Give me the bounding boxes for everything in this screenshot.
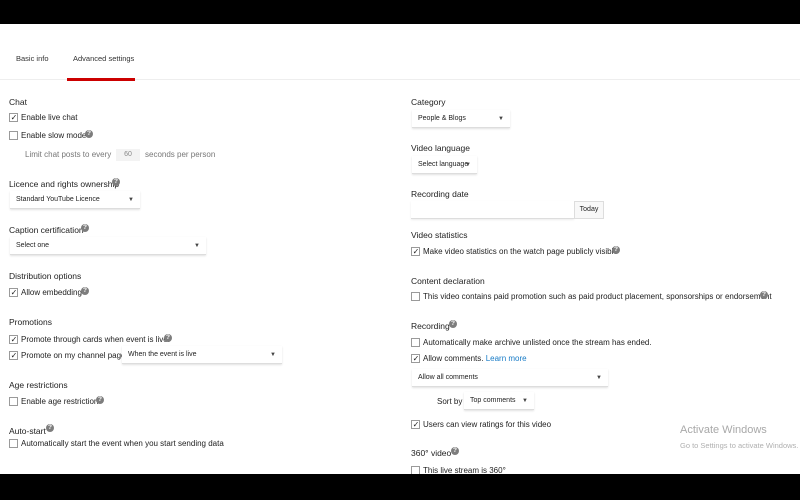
allow-embedding-label: Allow embedding xyxy=(21,288,82,297)
today-button[interactable]: Today xyxy=(574,201,604,219)
help-icon[interactable]: ? xyxy=(96,396,104,404)
enable-live-chat-checkbox[interactable] xyxy=(9,113,18,122)
help-icon[interactable]: ? xyxy=(85,130,93,138)
licence-dropdown[interactable]: Standard YouTube Licence ▼ xyxy=(10,191,140,209)
promote-channel-dropdown-value: When the event is live xyxy=(128,351,197,358)
sort-by-label: Sort by xyxy=(437,397,463,406)
caption-dropdown[interactable]: Select one ▼ xyxy=(10,237,206,255)
allow-comments-checkbox[interactable] xyxy=(411,354,420,363)
help-icon[interactable]: ? xyxy=(451,447,459,455)
help-icon[interactable]: ? xyxy=(81,287,89,295)
enable-slow-mode-label: Enable slow mode xyxy=(21,131,87,140)
promote-channel-checkbox[interactable] xyxy=(9,351,18,360)
category-title: Category xyxy=(411,97,446,107)
sort-by-dropdown[interactable]: Top comments ▼ xyxy=(464,392,534,410)
help-icon[interactable]: ? xyxy=(612,246,620,254)
tab-bar: Basic info Advanced settings xyxy=(0,24,800,81)
archive-unlisted-checkbox[interactable] xyxy=(411,338,420,347)
age-restrictions-title: Age restrictions xyxy=(9,380,68,390)
category-dropdown[interactable]: People & Blogs ▼ xyxy=(412,110,510,128)
allow-comments-text: Allow comments. xyxy=(423,354,484,363)
sort-by-dropdown-value: Top comments xyxy=(470,397,516,404)
chat-title: Chat xyxy=(9,97,27,107)
promote-channel-label: Promote on my channel page xyxy=(21,351,126,360)
tab-basic-info[interactable]: Basic info xyxy=(16,54,49,63)
chevron-down-icon: ▼ xyxy=(128,197,134,203)
view-ratings-label: Users can view ratings for this video xyxy=(423,420,552,429)
chevron-down-icon: ▼ xyxy=(465,162,471,168)
tab-advanced-settings[interactable]: Advanced settings xyxy=(73,54,134,63)
category-dropdown-value: People & Blogs xyxy=(418,115,466,122)
active-tab-indicator xyxy=(67,78,135,81)
licence-dropdown-value: Standard YouTube Licence xyxy=(16,196,100,203)
comments-dropdown-value: Allow all comments xyxy=(418,374,478,381)
archive-unlisted-label: Automatically make archive unlisted once… xyxy=(423,338,652,347)
slow-mode-limit-suffix: seconds per person xyxy=(145,150,216,159)
view-ratings-checkbox[interactable] xyxy=(411,420,420,429)
help-icon[interactable]: ? xyxy=(164,334,172,342)
help-icon[interactable]: ? xyxy=(81,224,89,232)
activate-windows-watermark-title: Activate Windows xyxy=(680,424,767,436)
paid-promotion-checkbox[interactable] xyxy=(411,292,420,301)
distribution-title: Distribution options xyxy=(9,271,82,281)
learn-more-link[interactable]: Learn more xyxy=(486,354,527,363)
recording-title: Recording xyxy=(411,321,450,331)
chevron-down-icon: ▼ xyxy=(498,116,504,122)
promote-cards-label: Promote through cards when event is live… xyxy=(21,335,170,344)
bottom-black-bar xyxy=(0,474,800,500)
video-language-dropdown[interactable]: Select language ▼ xyxy=(412,156,477,174)
enable-live-chat-label: Enable live chat xyxy=(21,113,78,122)
auto-start-title: Auto-start xyxy=(9,426,46,436)
video-statistics-title: Video statistics xyxy=(411,230,468,240)
allow-comments-label: Allow comments. Learn more xyxy=(423,354,527,363)
video-language-title: Video language xyxy=(411,143,470,153)
slow-mode-seconds-input[interactable]: 60 xyxy=(116,149,140,161)
help-icon[interactable]: ? xyxy=(449,320,457,328)
auto-start-checkbox[interactable] xyxy=(9,439,18,448)
paid-promotion-label: This video contains paid promotion such … xyxy=(423,292,772,301)
help-icon[interactable]: ? xyxy=(112,178,120,186)
chevron-down-icon: ▼ xyxy=(522,398,528,404)
promote-channel-dropdown[interactable]: When the event is live ▼ xyxy=(122,346,282,364)
video-language-dropdown-value: Select language xyxy=(418,161,469,168)
content-declaration-title: Content declaration xyxy=(411,276,485,286)
promotions-title: Promotions xyxy=(9,317,52,327)
help-icon[interactable]: ? xyxy=(46,424,54,432)
comments-dropdown[interactable]: Allow all comments ▼ xyxy=(412,369,608,387)
auto-start-label: Automatically start the event when you s… xyxy=(21,439,224,448)
video-360-title: 360° video xyxy=(411,448,452,458)
age-restriction-label: Enable age restriction xyxy=(21,397,99,406)
activate-windows-watermark-text: Go to Settings to activate Windows. xyxy=(680,441,799,450)
chevron-down-icon: ▼ xyxy=(270,352,276,358)
promote-cards-checkbox[interactable] xyxy=(9,335,18,344)
chevron-down-icon: ▼ xyxy=(596,375,602,381)
chevron-down-icon: ▼ xyxy=(194,243,200,249)
slow-mode-limit-prefix: Limit chat posts to every xyxy=(25,150,112,159)
help-icon[interactable]: ? xyxy=(760,291,768,299)
recording-date-input[interactable] xyxy=(411,201,574,219)
enable-slow-mode-checkbox[interactable] xyxy=(9,131,18,140)
caption-title: Caption certification xyxy=(9,225,84,235)
allow-embedding-checkbox[interactable] xyxy=(9,288,18,297)
video-statistics-checkbox[interactable] xyxy=(411,247,420,256)
caption-dropdown-value: Select one xyxy=(16,242,50,249)
licence-title: Licence and rights ownership xyxy=(9,179,120,189)
age-restriction-checkbox[interactable] xyxy=(9,397,18,406)
top-black-bar xyxy=(0,0,800,24)
recording-date-title: Recording date xyxy=(411,189,469,199)
video-statistics-label: Make video statistics on the watch page … xyxy=(423,247,618,256)
